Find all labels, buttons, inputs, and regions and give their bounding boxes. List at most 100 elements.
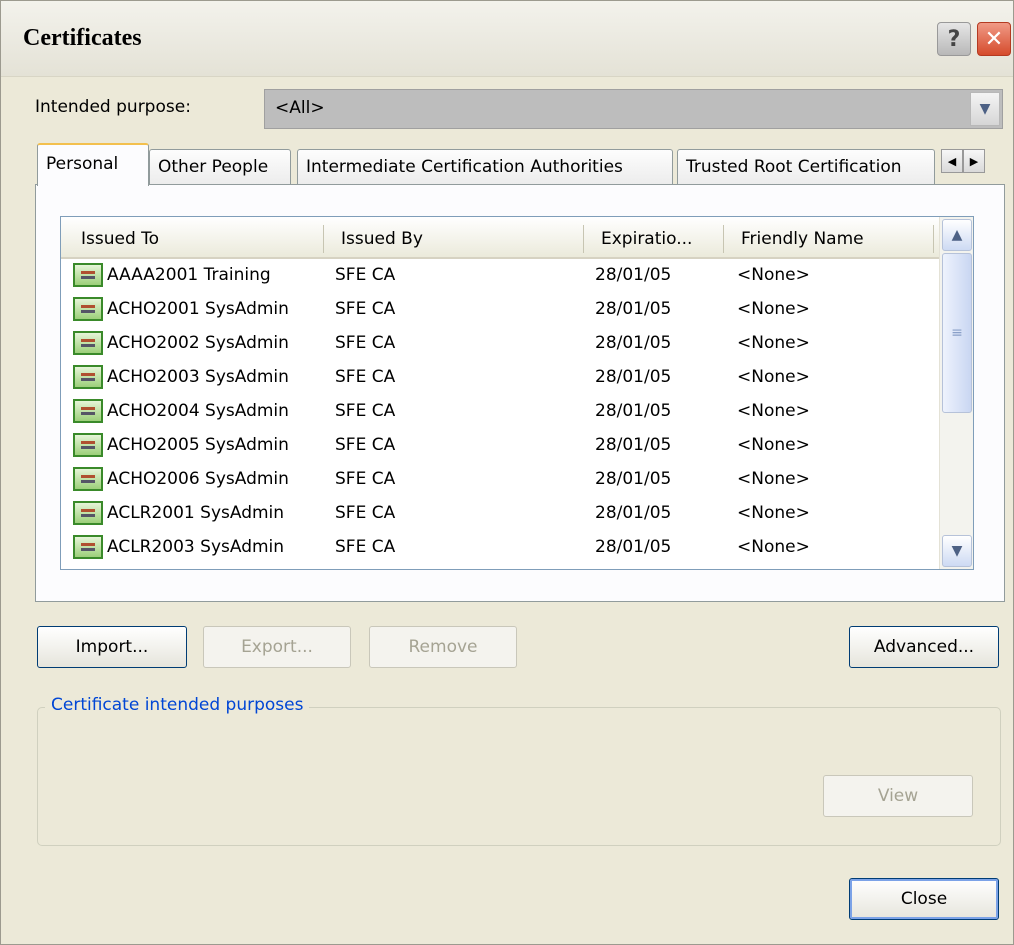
tab-strip: Personal Other People Intermediate Certi… (35, 143, 1005, 186)
certificate-icon (73, 467, 103, 491)
friendly-name-cell: <None> (737, 503, 810, 523)
friendly-name-cell: <None> (737, 299, 810, 319)
scroll-thumb[interactable]: ≡ (942, 253, 972, 413)
certificate-icon (73, 433, 103, 457)
issued-to-cell: ACHO2001 SysAdmin (107, 299, 289, 319)
import-button[interactable]: Import... (37, 626, 187, 668)
intended-purpose-label: Intended purpose: (35, 97, 191, 117)
table-row[interactable]: ACLR2003 SysAdmin SFE CA 28/01/05 <None> (61, 531, 939, 565)
column-separator[interactable] (933, 225, 934, 253)
table-row[interactable]: ACLR2001 SysAdmin SFE CA 28/01/05 <None> (61, 497, 939, 531)
chevron-down-icon[interactable]: ▼ (970, 92, 1000, 126)
vertical-scrollbar[interactable]: ▲ ≡ ▼ (939, 217, 973, 569)
certificate-icon (73, 297, 103, 321)
friendly-name-cell: <None> (737, 367, 810, 387)
title-bar[interactable]: Certificates ? ✕ (1, 1, 1013, 77)
friendly-name-cell: <None> (737, 333, 810, 353)
tab-trusted-root[interactable]: Trusted Root Certification (677, 149, 935, 185)
expiration-cell: 28/01/05 (595, 435, 672, 455)
issued-by-cell: SFE CA (335, 333, 396, 353)
expiration-cell: 28/01/05 (595, 299, 672, 319)
friendly-name-cell: <None> (737, 469, 810, 489)
friendly-name-cell: <None> (737, 265, 810, 285)
issued-to-cell: AAAA2001 Training (107, 265, 271, 285)
window-title: Certificates (23, 25, 142, 51)
certificate-list[interactable]: Issued To Issued By Expiratio... Friendl… (60, 216, 974, 570)
view-button[interactable]: View (823, 775, 973, 817)
remove-label: Remove (408, 637, 478, 657)
tab-intermediate-ca[interactable]: Intermediate Certification Authorities (297, 149, 673, 185)
friendly-name-cell: <None> (737, 537, 810, 557)
issued-to-cell: ACHO2006 SysAdmin (107, 469, 289, 489)
column-separator[interactable] (583, 225, 584, 253)
tab-scroll-left-icon[interactable]: ◀ (941, 149, 963, 173)
friendly-name-cell: <None> (737, 435, 810, 455)
export-button[interactable]: Export... (203, 626, 351, 668)
table-row[interactable]: ACHO2004 SysAdmin SFE CA 28/01/05 <None> (61, 395, 939, 429)
expiration-cell: 28/01/05 (595, 265, 672, 285)
intended-purpose-value: <All> (275, 98, 325, 118)
issued-by-cell: SFE CA (335, 265, 396, 285)
tab-other-people[interactable]: Other People (149, 149, 291, 185)
expiration-cell: 28/01/05 (595, 367, 672, 387)
issued-by-cell: SFE CA (335, 367, 396, 387)
certificate-icon (73, 365, 103, 389)
close-label: Close (900, 889, 948, 909)
issued-by-cell: SFE CA (335, 503, 396, 523)
window-close-button[interactable]: ✕ (977, 22, 1011, 56)
expiration-cell: 28/01/05 (595, 469, 672, 489)
column-issued-to[interactable]: Issued To (81, 229, 159, 249)
tab-personal[interactable]: Personal (37, 143, 149, 186)
friendly-name-cell: <None> (737, 401, 810, 421)
table-row[interactable]: ACHO2003 SysAdmin SFE CA 28/01/05 <None> (61, 361, 939, 395)
issued-by-cell: SFE CA (335, 537, 396, 557)
close-button[interactable]: Close (849, 878, 999, 920)
certificate-icon (73, 535, 103, 559)
help-icon: ? (947, 26, 961, 52)
import-label: Import... (75, 637, 149, 657)
certificate-icon (73, 263, 103, 287)
close-icon: ✕ (984, 26, 1004, 52)
expiration-cell: 28/01/05 (595, 333, 672, 353)
issued-to-cell: ACHO2005 SysAdmin (107, 435, 289, 455)
intended-purpose-label-text: Intended purpose: (35, 97, 191, 117)
table-row[interactable]: ACHO2005 SysAdmin SFE CA 28/01/05 <None> (61, 429, 939, 463)
issued-by-cell: SFE CA (335, 401, 396, 421)
column-issued-by[interactable]: Issued By (341, 229, 423, 249)
scroll-down-icon[interactable]: ▼ (942, 535, 972, 567)
table-row[interactable]: AAAA2001 Training SFE CA 28/01/05 <None> (61, 259, 939, 293)
group-title: Certificate intended purposes (45, 695, 310, 715)
help-button[interactable]: ? (937, 22, 971, 56)
list-header: Issued To Issued By Expiratio... Friendl… (61, 217, 939, 259)
issued-by-cell: SFE CA (335, 435, 396, 455)
certificate-icon (73, 399, 103, 423)
intended-purpose-select[interactable]: <All> ▼ (264, 89, 1003, 129)
expiration-cell: 28/01/05 (595, 503, 672, 523)
table-row[interactable]: ACHO2001 SysAdmin SFE CA 28/01/05 <None> (61, 293, 939, 327)
issued-to-cell: ACLR2003 SysAdmin (107, 537, 285, 557)
certificates-dialog: Certificates ? ✕ Intended purpose: <All>… (0, 0, 1014, 945)
certificate-icon (73, 501, 103, 525)
export-label: Export... (241, 637, 313, 657)
issued-by-cell: SFE CA (335, 299, 396, 319)
view-label: View (877, 786, 919, 806)
issued-to-cell: ACHO2003 SysAdmin (107, 367, 289, 387)
column-expiration[interactable]: Expiratio... (601, 229, 692, 249)
issued-to-cell: ACHO2004 SysAdmin (107, 401, 289, 421)
tab-scroll-right-icon[interactable]: ▶ (963, 149, 985, 173)
column-separator[interactable] (723, 225, 724, 253)
advanced-label: Advanced... (873, 637, 975, 657)
issued-to-cell: ACLR2001 SysAdmin (107, 503, 285, 523)
advanced-button[interactable]: Advanced... (849, 626, 999, 668)
expiration-cell: 28/01/05 (595, 401, 672, 421)
certificate-icon (73, 331, 103, 355)
issued-by-cell: SFE CA (335, 469, 396, 489)
issued-to-cell: ACHO2002 SysAdmin (107, 333, 289, 353)
table-row[interactable]: ACHO2006 SysAdmin SFE CA 28/01/05 <None> (61, 463, 939, 497)
remove-button[interactable]: Remove (369, 626, 517, 668)
table-row[interactable]: ACHO2002 SysAdmin SFE CA 28/01/05 <None> (61, 327, 939, 361)
scroll-up-icon[interactable]: ▲ (942, 219, 972, 251)
expiration-cell: 28/01/05 (595, 537, 672, 557)
column-friendly-name[interactable]: Friendly Name (741, 229, 864, 249)
column-separator[interactable] (323, 225, 324, 253)
